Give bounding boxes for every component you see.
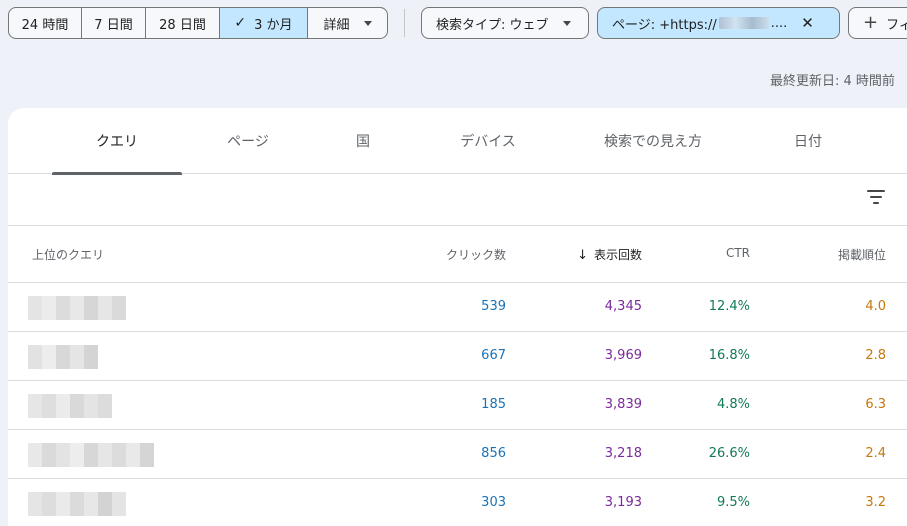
cell-clicks: 856: [481, 446, 506, 461]
tab-label: 検索での見え方: [604, 134, 702, 150]
tab-label: デバイス: [460, 134, 516, 150]
cell-position: 4.0: [865, 299, 886, 314]
add-filter-label: フィ: [886, 17, 907, 33]
performance-card: クエリ ページ 国 デバイス 検索での見え方 日付 上位のクエリ クリック数 ↓…: [8, 108, 907, 526]
date-range-3m-button[interactable]: ✓ 3 か月: [220, 8, 308, 38]
divider: [404, 9, 405, 37]
redacted-query: [28, 492, 126, 516]
date-range-label: 28 日間: [159, 17, 206, 33]
column-header-position[interactable]: 掲載順位: [838, 246, 886, 263]
search-type-label: 検索タイプ: ウェブ: [436, 17, 549, 33]
dimension-tabs: クエリ ページ 国 デバイス 検索での見え方 日付: [8, 108, 907, 175]
table-row[interactable]: 667 3,969 16.8% 2.8: [8, 332, 907, 381]
redacted-query: [28, 345, 98, 369]
filter-bar: 24 時間 7 日間 28 日間 ✓ 3 か月 詳細 検索タイプ: ウェブ ペー…: [8, 7, 907, 39]
cell-ctr: 26.6%: [708, 446, 750, 461]
tab-label: クエリ: [96, 134, 138, 150]
tab-query[interactable]: クエリ: [52, 108, 182, 175]
caret-down-icon: [562, 20, 571, 26]
last-updated-text: 最終更新日: 4 時間前: [770, 74, 895, 89]
page-filter-chip[interactable]: ページ: +https:// .... ✕: [597, 7, 840, 39]
redacted-query: [28, 296, 126, 320]
filter-rows-icon[interactable]: [867, 190, 885, 204]
cell-clicks: 185: [481, 397, 506, 412]
cell-impressions: 3,969: [604, 348, 642, 363]
tab-page[interactable]: ページ: [198, 108, 298, 174]
cell-position: 6.3: [865, 397, 886, 412]
search-type-filter-chip[interactable]: 検索タイプ: ウェブ: [421, 7, 589, 39]
cell-ctr: 12.4%: [708, 299, 750, 314]
cell-position: 2.4: [865, 446, 886, 461]
table-row[interactable]: 303 3,193 9.5% 3.2: [8, 479, 907, 526]
column-header-clicks[interactable]: クリック数: [446, 246, 506, 263]
add-filter-chip[interactable]: + フィ: [848, 7, 907, 39]
table-row[interactable]: 856 3,218 26.6% 2.4: [8, 430, 907, 479]
date-range-more-label: 詳細: [323, 17, 350, 33]
tab-device[interactable]: デバイス: [438, 108, 538, 174]
tab-date[interactable]: 日付: [768, 108, 848, 174]
cell-position: 3.2: [865, 495, 886, 510]
table-row[interactable]: 539 4,345 12.4% 4.0: [8, 283, 907, 332]
page-filter-suffix: ....: [770, 15, 788, 31]
table-body: 539 4,345 12.4% 4.0 667 3,969 16.8% 2.8 …: [8, 283, 907, 526]
date-range-24h-button[interactable]: 24 時間: [9, 8, 82, 38]
cell-impressions: 3,218: [604, 446, 642, 461]
date-range-label: 3 か月: [254, 17, 293, 33]
date-range-7d-button[interactable]: 7 日間: [82, 8, 146, 38]
column-header-query[interactable]: 上位のクエリ: [32, 246, 104, 263]
table-row[interactable]: 185 3,839 4.8% 6.3: [8, 381, 907, 430]
cell-clicks: 539: [481, 299, 506, 314]
tab-label: 日付: [794, 134, 822, 150]
cell-ctr: 4.8%: [716, 397, 750, 412]
column-header-ctr[interactable]: CTR: [726, 246, 750, 260]
table-toolbar: [8, 174, 907, 226]
date-range-selector: 24 時間 7 日間 28 日間 ✓ 3 か月 詳細: [8, 7, 388, 39]
check-icon: ✓: [234, 15, 247, 31]
page-filter-prefix: ページ: +https://: [612, 17, 717, 33]
arrow-down-icon: ↓: [577, 248, 588, 263]
tab-label: 国: [356, 134, 370, 150]
cell-ctr: 16.8%: [708, 348, 750, 363]
cell-ctr: 9.5%: [716, 495, 750, 510]
column-header-label: 表示回数: [593, 248, 642, 262]
close-icon[interactable]: ✕: [801, 14, 814, 32]
column-header-impressions[interactable]: ↓ 表示回数: [577, 246, 642, 263]
cell-impressions: 3,193: [604, 495, 642, 510]
cell-clicks: 303: [481, 495, 506, 510]
cell-position: 2.8: [865, 348, 886, 363]
date-range-28d-button[interactable]: 28 日間: [146, 8, 220, 38]
date-range-label: 7 日間: [94, 17, 133, 33]
cell-impressions: 4,345: [604, 299, 642, 314]
tab-search-appearance[interactable]: 検索での見え方: [588, 108, 718, 174]
tab-country[interactable]: 国: [328, 108, 398, 174]
redacted-query: [28, 394, 112, 418]
date-range-more-button[interactable]: 詳細: [308, 8, 387, 38]
cell-impressions: 3,839: [604, 397, 642, 412]
redacted-query: [28, 443, 154, 467]
date-range-label: 24 時間: [21, 17, 69, 33]
cell-clicks: 667: [481, 348, 506, 363]
tab-label: ページ: [227, 134, 269, 150]
caret-down-icon: [363, 20, 372, 26]
table-header: 上位のクエリ クリック数 ↓ 表示回数 CTR 掲載順位: [8, 226, 907, 283]
redacted-url: [718, 17, 769, 29]
plus-icon: +: [863, 12, 879, 33]
